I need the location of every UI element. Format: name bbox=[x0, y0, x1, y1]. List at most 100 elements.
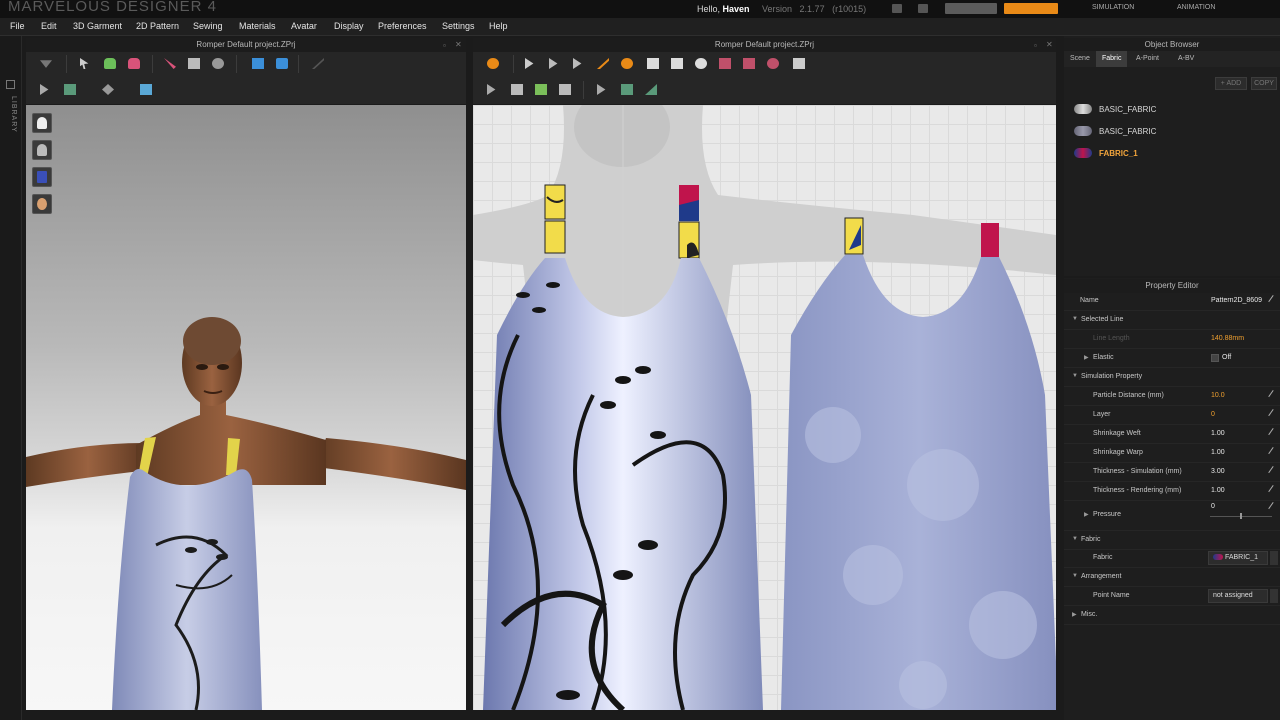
library-strip[interactable]: LIBRARY bbox=[0, 36, 22, 720]
menu-display[interactable]: Display bbox=[334, 21, 364, 31]
head-view-icon[interactable] bbox=[32, 194, 52, 214]
prop-value[interactable]: 0 bbox=[1211, 411, 1215, 418]
transform-pattern-icon[interactable] bbox=[521, 55, 541, 72]
menu-avatar[interactable]: Avatar bbox=[291, 21, 317, 31]
section-simulation[interactable]: ▼ Simulation Property bbox=[1064, 368, 1280, 387]
texture-grid-icon[interactable] bbox=[60, 81, 80, 98]
section-misc[interactable]: ▶ Misc. bbox=[1064, 606, 1280, 625]
dart-icon[interactable] bbox=[789, 55, 809, 72]
panel-2d-float-icon[interactable]: ▫ bbox=[1034, 41, 1037, 50]
panel-2d-close-icon[interactable]: ✕ bbox=[1046, 40, 1053, 49]
prop-value[interactable]: 1.00 bbox=[1211, 487, 1225, 494]
panel-3d-float-icon[interactable]: ▫ bbox=[443, 41, 446, 50]
texture-grid-2d-icon[interactable] bbox=[617, 81, 637, 98]
texture-select-icon[interactable] bbox=[36, 81, 56, 98]
measure-icon[interactable] bbox=[308, 55, 328, 72]
prop-value[interactable]: 0 bbox=[1211, 503, 1215, 510]
circle-icon[interactable] bbox=[691, 55, 711, 72]
dropdown-arrow-icon[interactable] bbox=[1270, 551, 1278, 565]
texture-scale-icon[interactable] bbox=[641, 81, 661, 98]
prop-value[interactable]: 1.00 bbox=[1211, 449, 1225, 456]
menu-edit[interactable]: Edit bbox=[41, 21, 57, 31]
curvature-icon[interactable] bbox=[593, 55, 613, 72]
camera-icon[interactable] bbox=[892, 4, 902, 13]
edit-curve-icon[interactable] bbox=[569, 55, 589, 72]
prop-line-length-value[interactable]: 140.88mm bbox=[1211, 335, 1244, 342]
edit-icon[interactable] bbox=[1268, 409, 1278, 419]
texture-view-icon[interactable] bbox=[32, 167, 52, 187]
select-mesh-icon[interactable] bbox=[100, 55, 120, 72]
edit-icon[interactable] bbox=[1268, 502, 1278, 512]
tab-animation[interactable]: ANIMATION bbox=[1177, 4, 1215, 11]
edit-point-icon[interactable] bbox=[545, 55, 565, 72]
prop-value[interactable]: 10.0 bbox=[1211, 392, 1225, 399]
select-pin-icon[interactable] bbox=[124, 55, 144, 72]
tab-scene[interactable]: Scene bbox=[1064, 51, 1096, 67]
tab-a-bv[interactable]: A-BV bbox=[1172, 51, 1200, 67]
panel-3d-close-icon[interactable]: ✕ bbox=[455, 40, 462, 49]
fabric-select[interactable]: FABRIC_1 bbox=[1208, 551, 1268, 565]
point-name-select[interactable]: not assigned bbox=[1208, 589, 1268, 603]
graphic-layer-icon[interactable] bbox=[136, 81, 156, 98]
menu-help[interactable]: Help bbox=[489, 21, 508, 31]
fold-tool-icon[interactable] bbox=[184, 55, 204, 72]
menu-file[interactable]: File bbox=[10, 21, 25, 31]
edit-icon[interactable] bbox=[1268, 428, 1278, 438]
menu-2d-pattern[interactable]: 2D Pattern bbox=[136, 21, 179, 31]
prop-value[interactable]: 3.00 bbox=[1211, 468, 1225, 475]
transform-texture-icon[interactable] bbox=[98, 81, 118, 98]
check-sewing-icon[interactable] bbox=[555, 81, 575, 98]
my-page-button[interactable] bbox=[945, 3, 997, 14]
free-sewing-icon[interactable] bbox=[507, 81, 527, 98]
add-fabric-button[interactable]: + ADD bbox=[1215, 77, 1247, 90]
viewport-3d[interactable] bbox=[26, 105, 466, 710]
menu-materials[interactable]: Materials bbox=[239, 21, 276, 31]
expand-arrow-icon[interactable]: ▶ bbox=[1084, 511, 1089, 518]
upgrade-button[interactable] bbox=[1004, 3, 1058, 14]
fabric-item[interactable]: BASIC_FABRIC bbox=[1068, 121, 1276, 141]
internal-polygon-icon[interactable] bbox=[715, 55, 735, 72]
internal-circle-icon[interactable] bbox=[763, 55, 783, 72]
attach-icon[interactable] bbox=[272, 55, 292, 72]
edit-sewing-icon[interactable] bbox=[531, 81, 551, 98]
cut-garment-icon[interactable] bbox=[160, 55, 180, 72]
internal-rectangle-icon[interactable] bbox=[739, 55, 759, 72]
menu-preferences[interactable]: Preferences bbox=[378, 21, 427, 31]
viewport-2d[interactable] bbox=[473, 105, 1056, 710]
elastic-checkbox[interactable] bbox=[1211, 354, 1219, 362]
fabric-item[interactable]: BASIC_FABRIC bbox=[1068, 99, 1276, 119]
dropdown-arrow-icon[interactable] bbox=[1270, 589, 1278, 603]
copy-fabric-button[interactable]: COPY bbox=[1251, 77, 1277, 90]
prop-name-value[interactable]: Pattern2D_8609 bbox=[1211, 297, 1262, 304]
tack-icon[interactable] bbox=[248, 55, 268, 72]
menu-sewing[interactable]: Sewing bbox=[193, 21, 223, 31]
menu-settings[interactable]: Settings bbox=[442, 21, 475, 31]
edit-icon[interactable] bbox=[1268, 447, 1278, 457]
section-fabric[interactable]: ▼ Fabric bbox=[1064, 531, 1280, 550]
polygon-icon[interactable] bbox=[643, 55, 663, 72]
garment-view-icon[interactable] bbox=[32, 113, 52, 133]
edit-icon[interactable] bbox=[1268, 390, 1278, 400]
pressure-slider-handle[interactable] bbox=[1240, 513, 1242, 519]
avatar-view-icon[interactable] bbox=[32, 140, 52, 160]
rectangle-icon[interactable] bbox=[667, 55, 687, 72]
section-arrangement[interactable]: ▼ Arrangement bbox=[1064, 568, 1280, 587]
edit-icon[interactable] bbox=[1268, 466, 1278, 476]
select-move-icon[interactable] bbox=[76, 55, 96, 72]
garment-dropdown-icon[interactable] bbox=[36, 55, 56, 72]
tab-fabric[interactable]: Fabric bbox=[1096, 51, 1128, 67]
tab-simulation[interactable]: SIMULATION bbox=[1092, 4, 1134, 11]
tab-a-point[interactable]: A-Point bbox=[1130, 51, 1165, 67]
segment-sewing-icon[interactable] bbox=[483, 81, 503, 98]
reset-2d-icon[interactable] bbox=[483, 55, 503, 72]
expand-arrow-icon[interactable]: ▶ bbox=[1084, 354, 1089, 361]
section-selected-line[interactable]: ▼ Selected Line bbox=[1064, 311, 1280, 330]
prop-value[interactable]: 1.00 bbox=[1211, 430, 1225, 437]
screenshot-icon[interactable] bbox=[918, 4, 928, 13]
menu-3d-garment[interactable]: 3D Garment bbox=[73, 21, 122, 31]
texture-edit-icon[interactable] bbox=[593, 81, 613, 98]
avatar-arrangement-icon[interactable] bbox=[208, 55, 228, 72]
edit-icon[interactable] bbox=[1268, 295, 1278, 305]
edit-icon[interactable] bbox=[1268, 485, 1278, 495]
add-point-icon[interactable] bbox=[617, 55, 637, 72]
